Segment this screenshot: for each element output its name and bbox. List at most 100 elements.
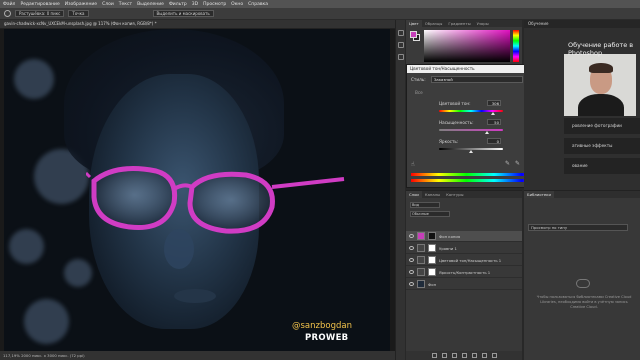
tab-color[interactable]: Цвет	[406, 20, 422, 27]
history-icon[interactable]	[398, 30, 404, 36]
menu-image[interactable]: Изображение	[65, 2, 97, 7]
menu-layers[interactable]: Слои	[102, 2, 114, 7]
feather-field[interactable]: Растушёвка: 0 пикс	[15, 10, 65, 17]
color-picker-field[interactable]	[424, 30, 510, 62]
fx-icon[interactable]	[441, 353, 447, 358]
eyedropper-plus-icon[interactable]: ✎	[515, 160, 520, 167]
tab-channels[interactable]: Каналы	[422, 191, 443, 198]
layer-row[interactable]: Цветовой тон/Насыщенность 1	[406, 255, 522, 266]
layers-panel-tabs: Слои Каналы Контуры	[406, 191, 522, 198]
layer-name: Уровни 1	[439, 246, 457, 251]
foreground-color-swatch[interactable]	[410, 31, 417, 38]
tab-swatches[interactable]: Образцы	[422, 20, 446, 27]
tab-libraries[interactable]: Библиотеки	[524, 191, 554, 198]
hue-slider-thumb[interactable]	[491, 112, 496, 115]
channel-select[interactable]: Все	[415, 90, 423, 95]
learn-item[interactable]: ативные эффекты	[564, 138, 640, 154]
layer-row[interactable]: Яркость/Контрастность 1	[406, 267, 522, 278]
eye-icon[interactable]	[409, 282, 414, 286]
layer-name: Фон	[428, 282, 437, 287]
bokeh-light	[24, 299, 69, 344]
options-bar: Растушёвка: 0 пикс Точка Выделить и маск…	[0, 8, 640, 20]
saturation-value[interactable]: 50	[487, 119, 501, 125]
eye-icon[interactable]	[409, 234, 414, 238]
hue-label: Цветовой тон:	[439, 101, 471, 106]
menu-type[interactable]: Текст	[119, 2, 132, 7]
learn-item[interactable]: ровление фотографии	[564, 118, 640, 134]
libraries-view-select[interactable]: Просмотр по типу	[528, 224, 628, 231]
saturation-track[interactable]	[439, 129, 503, 131]
saturation-slider-thumb[interactable]	[485, 131, 489, 134]
lightness-label: Яркость:	[439, 139, 459, 144]
adjustment-layer-icon[interactable]	[461, 353, 467, 358]
document-tab[interactable]: gavin-chadwick-xcNv_UXCEkM-unsplash.jpg …	[0, 20, 395, 29]
color-panel: Цвет Образцы Градиенты Узоры	[406, 20, 522, 64]
group-icon[interactable]	[471, 353, 477, 358]
libraries-panel-tabs: Библиотеки	[524, 191, 640, 198]
tab-layers[interactable]: Слои	[406, 191, 422, 198]
bokeh-light	[64, 259, 92, 287]
photo: @sanzbogdan PROWEB	[4, 29, 390, 351]
layer-thumbnail	[417, 256, 425, 264]
layer-row[interactable]: Фон копия	[406, 231, 522, 242]
brush-settings-icon[interactable]	[398, 54, 404, 60]
lightness-value[interactable]: 0	[487, 138, 501, 144]
layer-name: Яркость/Контрастность 1	[439, 270, 491, 275]
panel-icon-strip	[395, 20, 405, 360]
menu-3d[interactable]: 3D	[192, 2, 198, 7]
hue-slider[interactable]	[513, 30, 519, 62]
preset-select[interactable]: Заказной	[431, 76, 523, 83]
saturation-label: Насыщенность:	[439, 120, 474, 125]
layers-panel: Слои Каналы Контуры Вид Обычные Фон копи…	[406, 190, 522, 360]
eyedropper-icon[interactable]: ✎	[505, 160, 510, 167]
tab-paths[interactable]: Контуры	[443, 191, 466, 198]
layer-mask-thumbnail	[428, 244, 436, 252]
layer-thumbnail	[417, 268, 425, 276]
layer-row[interactable]: Фон	[406, 279, 522, 290]
new-layer-icon[interactable]	[481, 353, 487, 358]
glasses	[86, 166, 345, 234]
properties-icon[interactable]	[398, 42, 404, 48]
layer-row[interactable]: Уровни 1	[406, 243, 522, 254]
lightness-slider-thumb[interactable]	[469, 150, 473, 153]
menu-help[interactable]: Справка	[248, 2, 268, 7]
link-layers-icon[interactable]	[431, 353, 437, 358]
preset-label: Стиль:	[411, 77, 426, 82]
hue-value[interactable]: 306	[487, 100, 501, 106]
layer-mask-thumbnail	[428, 256, 436, 264]
add-mask-icon[interactable]	[451, 353, 457, 358]
menu-select[interactable]: Выделение	[137, 2, 164, 7]
bokeh-light	[14, 59, 54, 99]
tab-learn[interactable]: Обучение	[524, 20, 640, 28]
lips	[174, 289, 216, 303]
menu-filter[interactable]: Фильтр	[169, 2, 187, 7]
layer-name: Фон копия	[439, 234, 461, 239]
eye-icon[interactable]	[409, 270, 414, 274]
select-and-mask-button[interactable]: Выделить и маскировать	[152, 10, 214, 17]
libraries-panel: Библиотеки Просмотр по типу Чтобы пользо…	[524, 190, 640, 360]
layer-name: Цветовой тон/Насыщенность 1	[439, 258, 502, 263]
layers-footer	[406, 351, 522, 360]
lasso-tool-icon[interactable]	[4, 10, 11, 17]
eye-icon[interactable]	[409, 258, 414, 262]
layer-filter-select[interactable]: Вид	[410, 202, 440, 208]
learn-item[interactable]: ование	[564, 158, 640, 174]
blend-mode-select[interactable]: Обычные	[410, 211, 450, 217]
menu-edit[interactable]: Редактирование	[20, 2, 59, 7]
color-panel-tabs: Цвет Образцы Градиенты Узоры	[406, 20, 522, 27]
creative-cloud-icon	[576, 279, 590, 288]
trash-icon[interactable]	[491, 353, 497, 358]
canvas-area[interactable]: @sanzbogdan PROWEB	[0, 29, 395, 351]
watermark-handle: @sanzbogdan	[292, 321, 352, 331]
layer-mask-thumbnail	[428, 232, 436, 240]
bokeh-light	[9, 229, 44, 264]
menu-window[interactable]: Окно	[231, 2, 243, 7]
eye-icon[interactable]	[409, 246, 414, 250]
tab-patterns[interactable]: Узоры	[474, 20, 492, 27]
menu-view[interactable]: Просмотр	[203, 2, 226, 7]
hand-tool-icon[interactable]: ☝	[411, 161, 415, 168]
menu-file[interactable]: Файл	[3, 2, 15, 7]
presenter-shirt	[578, 94, 624, 116]
mode-field[interactable]: Точка	[68, 10, 89, 17]
tab-gradients[interactable]: Градиенты	[445, 20, 473, 27]
